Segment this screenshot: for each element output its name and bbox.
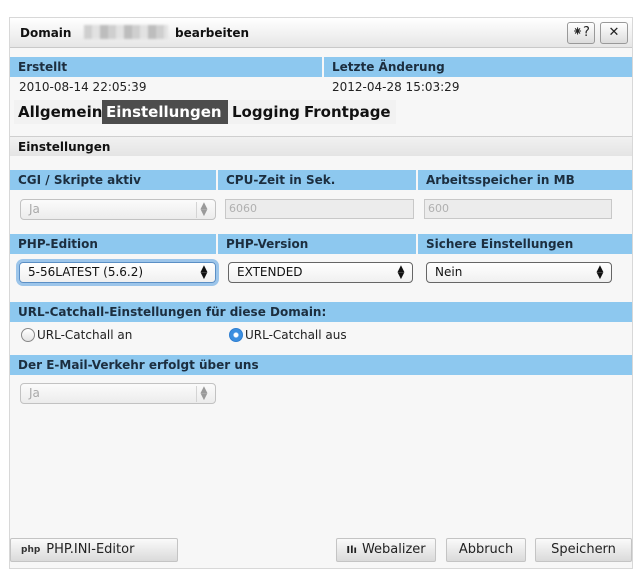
catchall-off-label: URL-Catchall aus (245, 328, 347, 342)
select-arrows-icon: ▲ ▼ (397, 264, 405, 281)
secure-settings-value: Nein (435, 265, 463, 279)
cpu-header: CPU-Zeit in Sek. (218, 170, 416, 190)
close-icon: ✕ (608, 25, 620, 40)
mail-select[interactable]: Ja ▲ ▼ (20, 383, 216, 404)
memory-header: Arbeitsspeicher in MB (418, 170, 632, 190)
php-version-select[interactable]: EXTENDED ▲ ▼ (228, 262, 413, 283)
webalizer-button[interactable]: Ilı Webalizer (336, 538, 436, 562)
bar-chart-icon: Ilı (346, 545, 357, 556)
tab-frontpage[interactable]: Frontpage (300, 100, 396, 124)
php-edition-header: PHP-Edition (10, 234, 216, 254)
dialog-title-prefix: Domain (20, 26, 72, 40)
tab-einstellungen[interactable]: Einstellungen (102, 100, 236, 124)
help-button[interactable]: ⁕? (567, 22, 595, 44)
php-edition-value: 5-56LATEST (5.6.2) (28, 265, 144, 279)
secure-settings-header: Sichere Einstellungen (418, 234, 632, 254)
phpini-editor-button[interactable]: php PHP.INI-Editor (10, 538, 178, 562)
select-arrows-icon: ▲ ▼ (596, 264, 604, 281)
php-version-value: EXTENDED (237, 265, 303, 279)
cgi-header: CGI / Skripte aktiv (10, 170, 216, 190)
catchall-header: URL-Catchall-Einstellungen für diese Dom… (10, 302, 632, 322)
last-change-value: 2012-04-28 15:03:29 (332, 80, 460, 94)
php-version-header: PHP-Version (218, 234, 416, 254)
cpu-time-input[interactable]: 6060 (225, 199, 414, 219)
cgi-select-value: Ja (29, 202, 40, 216)
catchall-off-radio[interactable] (229, 328, 243, 342)
memory-input[interactable]: 600 (424, 199, 612, 219)
section-title: Einstellungen (10, 136, 632, 156)
php-icon: php (21, 545, 41, 555)
catchall-on-label: URL-Catchall an (37, 328, 133, 342)
pointer-question-icon: ⁕? (572, 25, 590, 40)
save-button[interactable]: Speichern (535, 538, 632, 562)
created-value: 2010-08-14 22:05:39 (19, 80, 147, 94)
webalizer-label: Webalizer (361, 542, 426, 557)
mail-select-value: Ja (29, 386, 40, 400)
select-arrows-icon: ▲ ▼ (196, 202, 211, 218)
dialog-title-suffix: bearbeiten (175, 26, 250, 40)
last-change-header: Letzte Änderung (324, 57, 632, 77)
cancel-button[interactable]: Abbruch (446, 538, 526, 562)
cgi-select[interactable]: Ja ▲ ▼ (20, 199, 216, 220)
secure-settings-select[interactable]: Nein ▲ ▼ (426, 262, 612, 283)
tab-logging[interactable]: Logging (228, 100, 308, 124)
close-button[interactable]: ✕ (600, 22, 628, 44)
tab-allgemein[interactable]: Allgemein (14, 100, 110, 124)
select-arrows-icon: ▲ ▼ (196, 386, 211, 402)
catchall-on-radio[interactable] (21, 328, 35, 342)
mail-header: Der E-Mail-Verkehr erfolgt über uns (10, 355, 632, 375)
created-header: Erstellt (10, 57, 322, 77)
phpini-editor-label: PHP.INI-Editor (46, 542, 135, 557)
php-edition-select[interactable]: 5-56LATEST (5.6.2) ▲ ▼ (19, 262, 216, 283)
redacted-domain-name (84, 25, 168, 39)
select-arrows-icon: ▲ ▼ (200, 264, 208, 281)
